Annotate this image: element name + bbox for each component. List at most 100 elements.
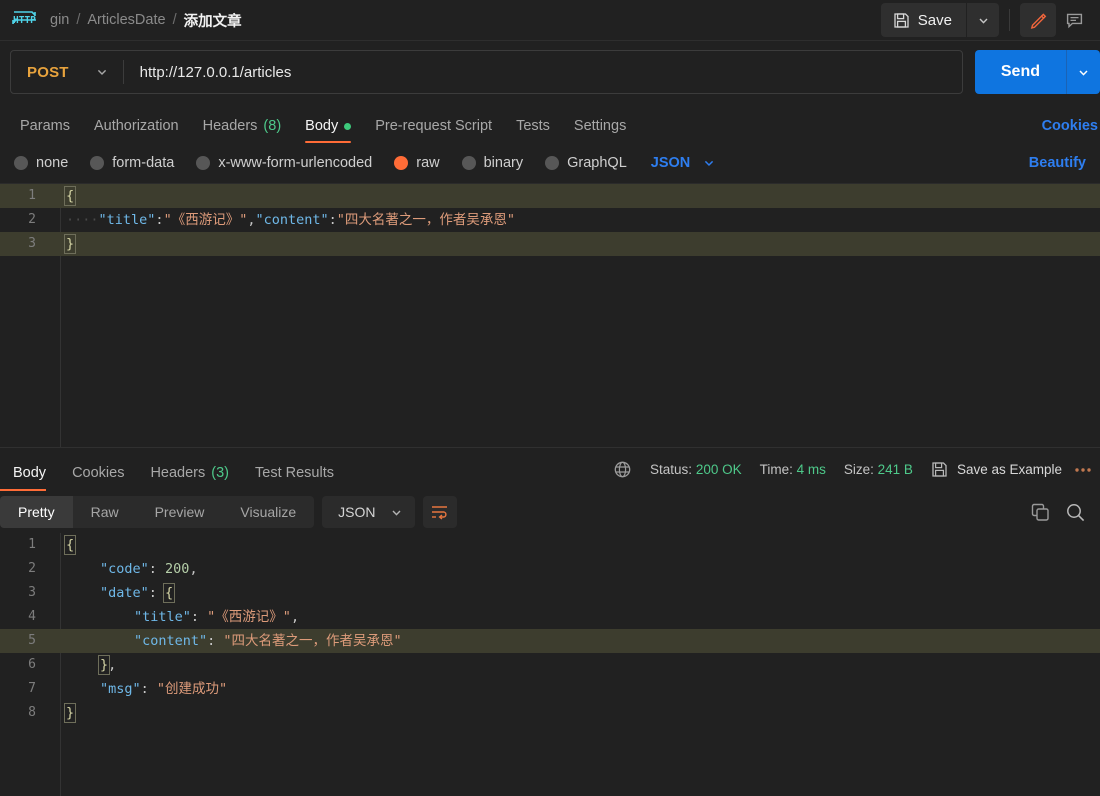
url-input[interactable]	[123, 51, 962, 93]
body-type-form-data[interactable]: form-data	[90, 155, 174, 171]
code-token: }	[63, 234, 77, 254]
tab-params[interactable]: Params	[8, 118, 82, 143]
save-options-caret[interactable]	[967, 3, 999, 37]
save-as-example-button[interactable]: Save as Example	[931, 461, 1062, 478]
breadcrumb-workspace[interactable]: gin	[50, 12, 69, 28]
view-mode-preview[interactable]: Preview	[137, 496, 223, 528]
copy-icon[interactable]	[1030, 502, 1051, 523]
code-line: 5 "content": "四大名著之一，作者吴承恩"	[0, 629, 1100, 653]
response-tab-headers[interactable]: Headers (3)	[137, 448, 242, 491]
tab-settings[interactable]: Settings	[562, 118, 638, 143]
code-text: },	[52, 653, 1100, 677]
comment-icon	[1065, 11, 1084, 30]
code-token: ,	[108, 657, 117, 673]
code-text: ····"title":"《西游记》","content":"四大名著之一，作者…	[52, 208, 1100, 232]
postman-window: HTTP gin / ArticlesDate / 添加文章 Save POST…	[0, 0, 1100, 796]
raw-format-selector[interactable]: JSON	[651, 155, 717, 171]
url-bar: POST	[10, 50, 963, 94]
top-bar-actions: Save	[880, 3, 1092, 37]
edit-request-button[interactable]	[1020, 3, 1056, 37]
status-label: Status:	[650, 462, 693, 477]
code-line: 2 ····"title":"《西游记》","content":"四大名著之一，作…	[0, 208, 1100, 232]
code-token: {	[163, 583, 176, 603]
line-number: 4	[28, 609, 36, 624]
time-value: 4 ms	[796, 462, 826, 477]
code-line: 1{	[0, 184, 1100, 208]
radio-icon	[196, 156, 211, 170]
view-mode-raw[interactable]: Raw	[73, 496, 137, 528]
size-group: Size: 241 B	[844, 462, 913, 477]
body-type-raw[interactable]: raw	[394, 155, 440, 171]
code-line: 2 "code": 200,	[0, 557, 1100, 581]
save-button[interactable]: Save	[880, 3, 966, 37]
line-number: 3	[28, 585, 36, 600]
tab-authorization[interactable]: Authorization	[82, 118, 191, 143]
top-bar: HTTP gin / ArticlesDate / 添加文章 Save	[0, 0, 1100, 41]
response-tab-cookies[interactable]: Cookies	[59, 448, 137, 491]
toolbar-divider	[1009, 9, 1010, 31]
send-options-caret[interactable]	[1066, 50, 1100, 94]
save-as-example-label: Save as Example	[956, 462, 1062, 477]
code-token: ····	[66, 212, 99, 228]
line-number: 1	[28, 537, 36, 552]
time-label: Time:	[759, 462, 793, 477]
cookies-link[interactable]: Cookies	[1042, 118, 1098, 143]
response-tab-test-results[interactable]: Test Results	[242, 448, 347, 491]
send-button[interactable]: Send	[974, 50, 1066, 94]
code-token: {	[63, 535, 77, 555]
tab-label: Cookies	[72, 465, 125, 481]
view-mode-visualize[interactable]: Visualize	[222, 496, 314, 528]
response-body-editor[interactable]: 1{2 "code": 200, 3 "date": {4 "title": "《西游记…	[0, 533, 1100, 796]
raw-format-label: JSON	[650, 155, 691, 171]
body-type-none[interactable]: none	[14, 155, 68, 171]
size-value: 241 B	[877, 462, 913, 477]
method-selector[interactable]: POST	[11, 51, 123, 93]
code-token: "msg"	[100, 681, 141, 697]
beautify-button[interactable]: Beautify	[1029, 155, 1086, 171]
tab-label: Headers	[150, 465, 206, 481]
code-text: "msg": "创建成功"	[52, 677, 1100, 701]
response-view-modes: Pretty Raw Preview Visualize	[0, 496, 315, 528]
request-tabs: Params Authorization Headers (8) Body Pr…	[0, 103, 1100, 143]
body-type-urlencoded[interactable]: x-www-form-urlencoded	[196, 155, 372, 171]
code-token: "code"	[100, 561, 149, 577]
chevron-down-icon	[95, 65, 109, 79]
code-text: {	[52, 184, 1100, 208]
tab-label: Pre-request Script	[375, 118, 493, 134]
code-line: 8}	[0, 701, 1100, 725]
tab-pre-request-script[interactable]: Pre-request Script	[363, 118, 504, 143]
search-icon[interactable]	[1065, 502, 1086, 523]
body-type-binary[interactable]: binary	[461, 155, 523, 171]
body-type-graphql[interactable]: GraphQL	[545, 155, 627, 171]
word-wrap-toggle[interactable]	[422, 496, 457, 528]
tab-body[interactable]: Body	[293, 118, 363, 143]
code-token: :	[328, 212, 337, 228]
code-text: {	[52, 533, 1100, 557]
line-number: 8	[28, 705, 36, 720]
response-headers-count: (3)	[211, 465, 229, 481]
tab-headers[interactable]: Headers (8)	[191, 118, 294, 143]
response-format-selector[interactable]: JSON	[322, 496, 415, 528]
code-token: "title"	[134, 609, 191, 625]
code-token: "四大名著之一，作者吴承恩"	[336, 212, 516, 228]
code-text: "content": "四大名著之一，作者吴承恩"	[52, 629, 1100, 653]
code-token: :	[140, 681, 157, 697]
breadcrumb: gin / ArticlesDate / 添加文章	[50, 10, 242, 31]
breadcrumb-collection[interactable]: ArticlesDate	[87, 12, 165, 28]
body-type-label: GraphQL	[567, 155, 627, 171]
chevron-down-icon	[1077, 66, 1090, 79]
view-mode-pretty[interactable]: Pretty	[0, 496, 73, 528]
code-text: }	[52, 232, 1100, 256]
response-tab-body[interactable]: Body	[0, 448, 59, 491]
more-horizontal-icon[interactable]	[1074, 461, 1094, 479]
save-button-group: Save	[880, 3, 999, 37]
line-number: 3	[28, 236, 36, 251]
comments-button[interactable]	[1056, 3, 1092, 37]
request-body-editor[interactable]: 1{2 ····"title":"《西游记》","content":"四大名著之一…	[0, 183, 1100, 447]
code-token: "date"	[100, 585, 149, 601]
code-token: "《西游记》"	[207, 609, 291, 625]
line-number: 7	[28, 681, 36, 696]
floppy-disk-icon	[931, 461, 948, 478]
response-meta: Status: 200 OK Time: 4 ms Size: 241 B Sa…	[613, 460, 1096, 479]
tab-tests[interactable]: Tests	[504, 118, 562, 143]
